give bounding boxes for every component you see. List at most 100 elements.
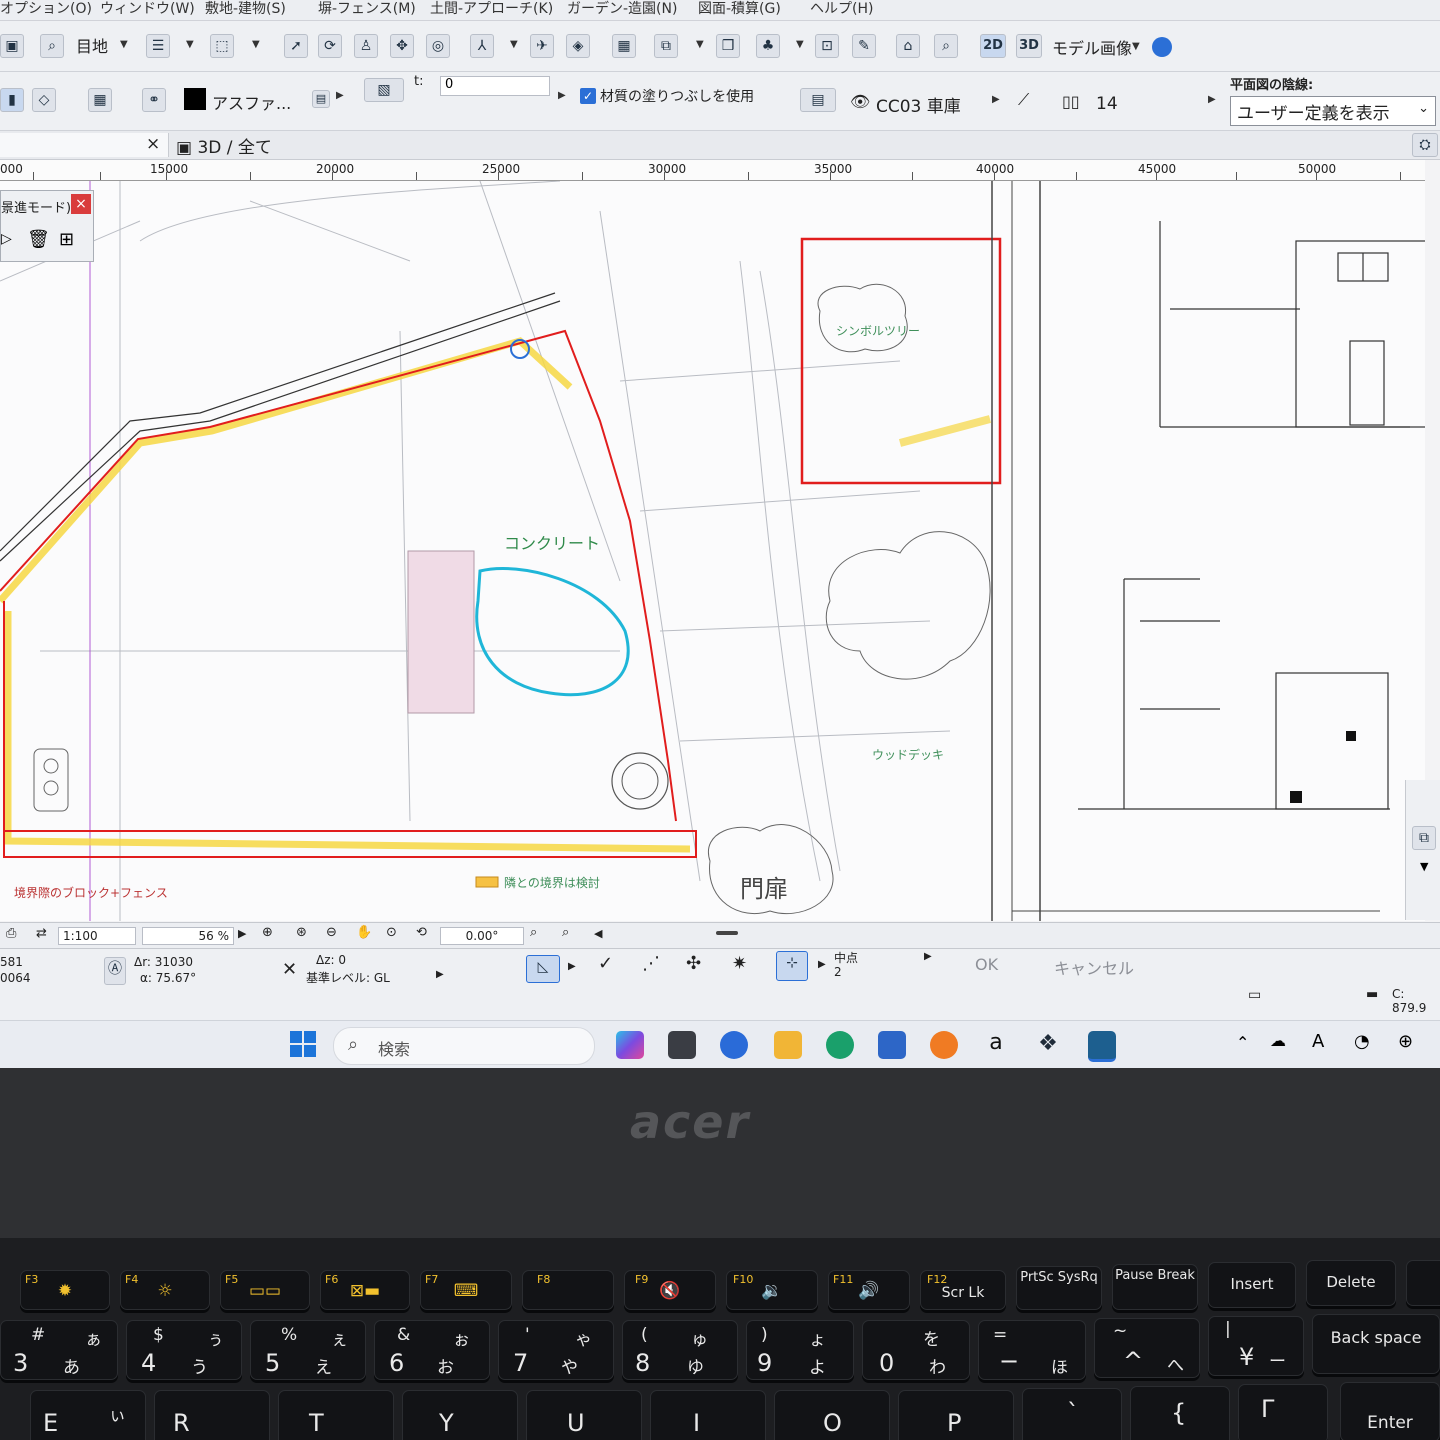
cursor-icon[interactable]: ➚ [284,34,308,58]
layer-hatch-icon[interactable]: ▤ [800,88,836,112]
line-type-icon[interactable]: ⟋ [1018,90,1029,110]
chevron-right-icon[interactable]: ▶ [238,927,246,940]
chevron-up-icon[interactable]: ⌃ [1236,1033,1249,1052]
ok-button[interactable]: OK [975,955,998,974]
tab-3d-all[interactable]: ▣ 3D / 全て [176,133,272,158]
select-frame-icon[interactable]: ⬚ [210,34,234,58]
ime-icon[interactable]: A [1312,1031,1324,1052]
fill-checkbox[interactable]: ✓ [580,88,596,104]
zoom-frame-icon[interactable]: ⊡ [815,34,839,58]
pen-icon[interactable]: ▯▯ [1062,92,1080,111]
layer-code[interactable]: CC03 車庫 [876,92,961,117]
cross-icon[interactable]: ✕ [282,959,297,980]
search-zoom-icon[interactable]: ⌕ [530,925,537,940]
polygon-tool-icon[interactable]: ◇ [32,88,56,112]
pen-number[interactable]: 14 [1096,94,1118,114]
layers-icon[interactable]: ❒ [716,34,740,58]
zoom-in-icon[interactable]: ⊕ [262,925,273,940]
tracker-icon[interactable]: Ⓐ [104,957,126,985]
menu-help[interactable]: ヘルプ(H) [810,0,873,18]
chevron-down-icon[interactable]: ▼ [696,39,704,50]
task-view-icon[interactable] [668,1031,696,1059]
plants-icon[interactable]: ♣ [756,34,780,58]
hidden-line-select[interactable]: ユーザー定義を表示 ⌄ [1230,96,1436,126]
check-snap-icon[interactable]: ✓ [598,953,613,974]
cad-app-icon[interactable] [1088,1031,1116,1062]
dropbox-icon[interactable]: ❖ [1034,1031,1062,1059]
window-icon[interactable]: ▭ [1248,987,1261,1003]
palette-close-button[interactable]: × [71,194,91,214]
layout-icon[interactable]: ⇄ [36,926,47,941]
pan-hand-icon[interactable]: ✋ [356,925,372,940]
tab-menu-icon[interactable]: ⛭ [1412,133,1438,157]
chevron-right-icon[interactable]: ▶ [1208,94,1216,105]
snap-grid-icon[interactable]: ⊹ [776,951,808,981]
chevron-right-icon[interactable]: ▶ [818,959,826,970]
chevron-right-icon[interactable]: ▶ [336,90,344,101]
zoom-icon[interactable]: ⌕ [934,34,958,58]
layer-search-icon[interactable]: ⌕ [40,34,64,58]
snap-point-icon[interactable]: ⋰ [642,953,660,974]
rotate-icon[interactable]: ⟳ [318,34,342,58]
axis-icon[interactable]: ⅄ [470,34,494,58]
thickness-input[interactable]: 0 [440,76,550,96]
teams-chat-icon[interactable] [720,1031,748,1059]
copilot-icon[interactable] [616,1031,644,1059]
zoom-all-icon[interactable]: ⊙ [386,925,397,940]
rotate-view-icon[interactable]: ⟲ [416,925,427,940]
snap-midpoint-label[interactable]: 中点 [834,949,858,966]
tree-icon[interactable]: ⊞ [59,229,74,250]
globe-icon[interactable]: ⊕ [1398,1031,1413,1052]
layer-stack-icon[interactable]: ☰ [146,34,170,58]
taskbar-search[interactable]: ⌕ 検索 [333,1027,595,1065]
view-3d-button[interactable]: 3D [1016,34,1042,58]
material-swatch[interactable] [184,88,206,110]
copy-view-icon[interactable]: ⧉ [654,34,678,58]
chevron-down-icon[interactable]: ▼ [1420,860,1428,873]
cancel-button[interactable]: キャンセル [1054,955,1134,979]
menu-garden[interactable]: ガーデン-造園(N) [567,0,677,18]
amazon-icon[interactable]: a [982,1031,1010,1059]
search-zoom-icon[interactable]: ⌕ [562,925,569,940]
material-name[interactable]: アスファ... [212,90,291,114]
chevron-left-icon[interactable]: ◀ [594,927,602,940]
camera-icon[interactable]: ✈ [530,34,554,58]
panel-icon[interactable]: ⧉ [1412,826,1436,850]
gravity-icon[interactable]: ✣ [686,953,701,974]
brush-icon[interactable]: ✎ [852,34,876,58]
firefox-icon[interactable] [930,1031,958,1059]
menu-window[interactable]: ウィンドウ(W) [100,0,195,18]
menu-site-building[interactable]: 敷地-建物(S) [205,0,286,18]
play-icon[interactable]: ▷ [1,231,12,247]
clock-icon[interactable]: ◔ [1354,1031,1370,1052]
document-icon[interactable]: ▤ [312,90,330,108]
table-tool-icon[interactable]: ▦ [88,88,112,112]
material-icon[interactable]: ⚭ [142,88,166,112]
move-icon[interactable]: ✥ [390,34,414,58]
help-globe-icon[interactable] [1152,37,1172,57]
walk-icon[interactable]: ♙ [354,34,378,58]
chevron-right-icon[interactable]: ▶ [558,90,566,101]
store-icon[interactable] [878,1031,906,1059]
menu-wall-fence[interactable]: 塀-フェンス(M) [318,0,416,18]
menu-options[interactable]: オプション(O) [0,0,92,18]
drawing-canvas[interactable]: コンクリート 門扉 シンボルツリー ウッドデッキ 隣との境界は検討 境界際のブロ… [0,181,1425,921]
scale-field[interactable]: 1:100 [58,927,136,945]
angle-field[interactable]: 0.00° [440,927,524,945]
view-2d-button[interactable]: 2D [980,34,1006,58]
hatch-icon[interactable]: ▧ [364,78,404,102]
zoom-fit-icon[interactable]: ⊛ [296,925,307,940]
menu-drawing-estimate[interactable]: 図面-積算(G) [698,0,781,18]
start-button[interactable] [290,1031,316,1057]
save-icon[interactable]: ▣ [0,34,24,58]
chevron-down-icon[interactable]: ▼ [120,39,128,50]
chevron-right-icon[interactable]: ▶ [992,94,1000,105]
chevron-right-icon[interactable]: ▶ [924,951,932,962]
edit-mode-palette[interactable]: 景進モード) × ▷ 🗑 ⊞ [0,190,94,262]
edge-browser-icon[interactable] [826,1031,854,1059]
level-reference[interactable]: 基準レベル: GL [306,969,390,986]
grid-icon[interactable]: ▦ [612,34,636,58]
trash-icon[interactable]: 🗑 [27,229,50,250]
cloud-icon[interactable]: ☁ [1270,1031,1286,1050]
chevron-right-icon[interactable]: ▶ [436,969,444,980]
